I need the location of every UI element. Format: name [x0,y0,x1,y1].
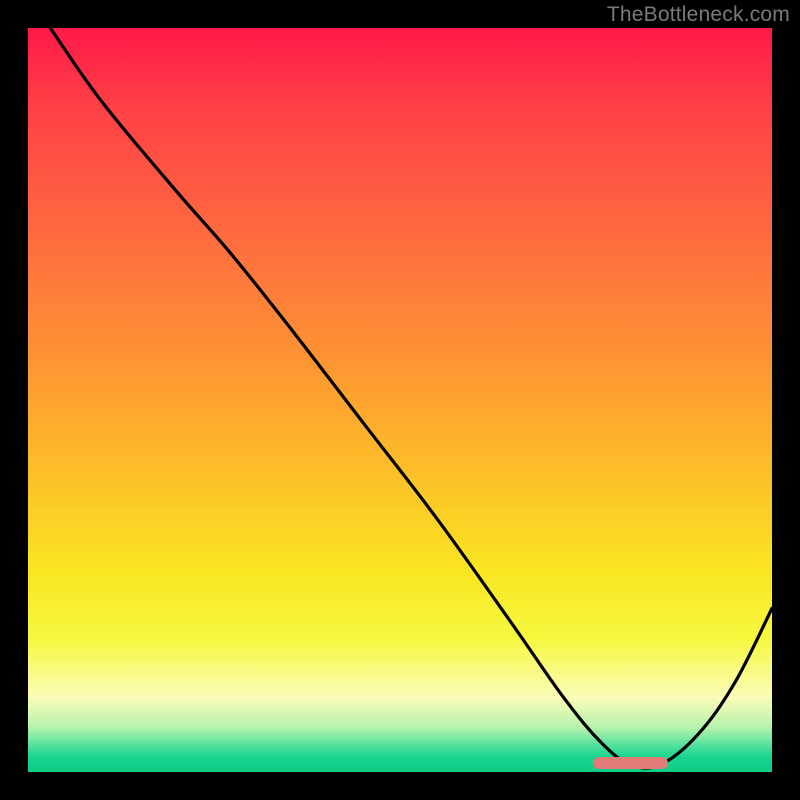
plot-area [28,28,772,772]
chart-frame: TheBottleneck.com [0,0,800,800]
watermark-label: TheBottleneck.com [607,3,790,27]
optimal-range-marker [593,757,667,769]
bottleneck-curve [28,28,772,772]
